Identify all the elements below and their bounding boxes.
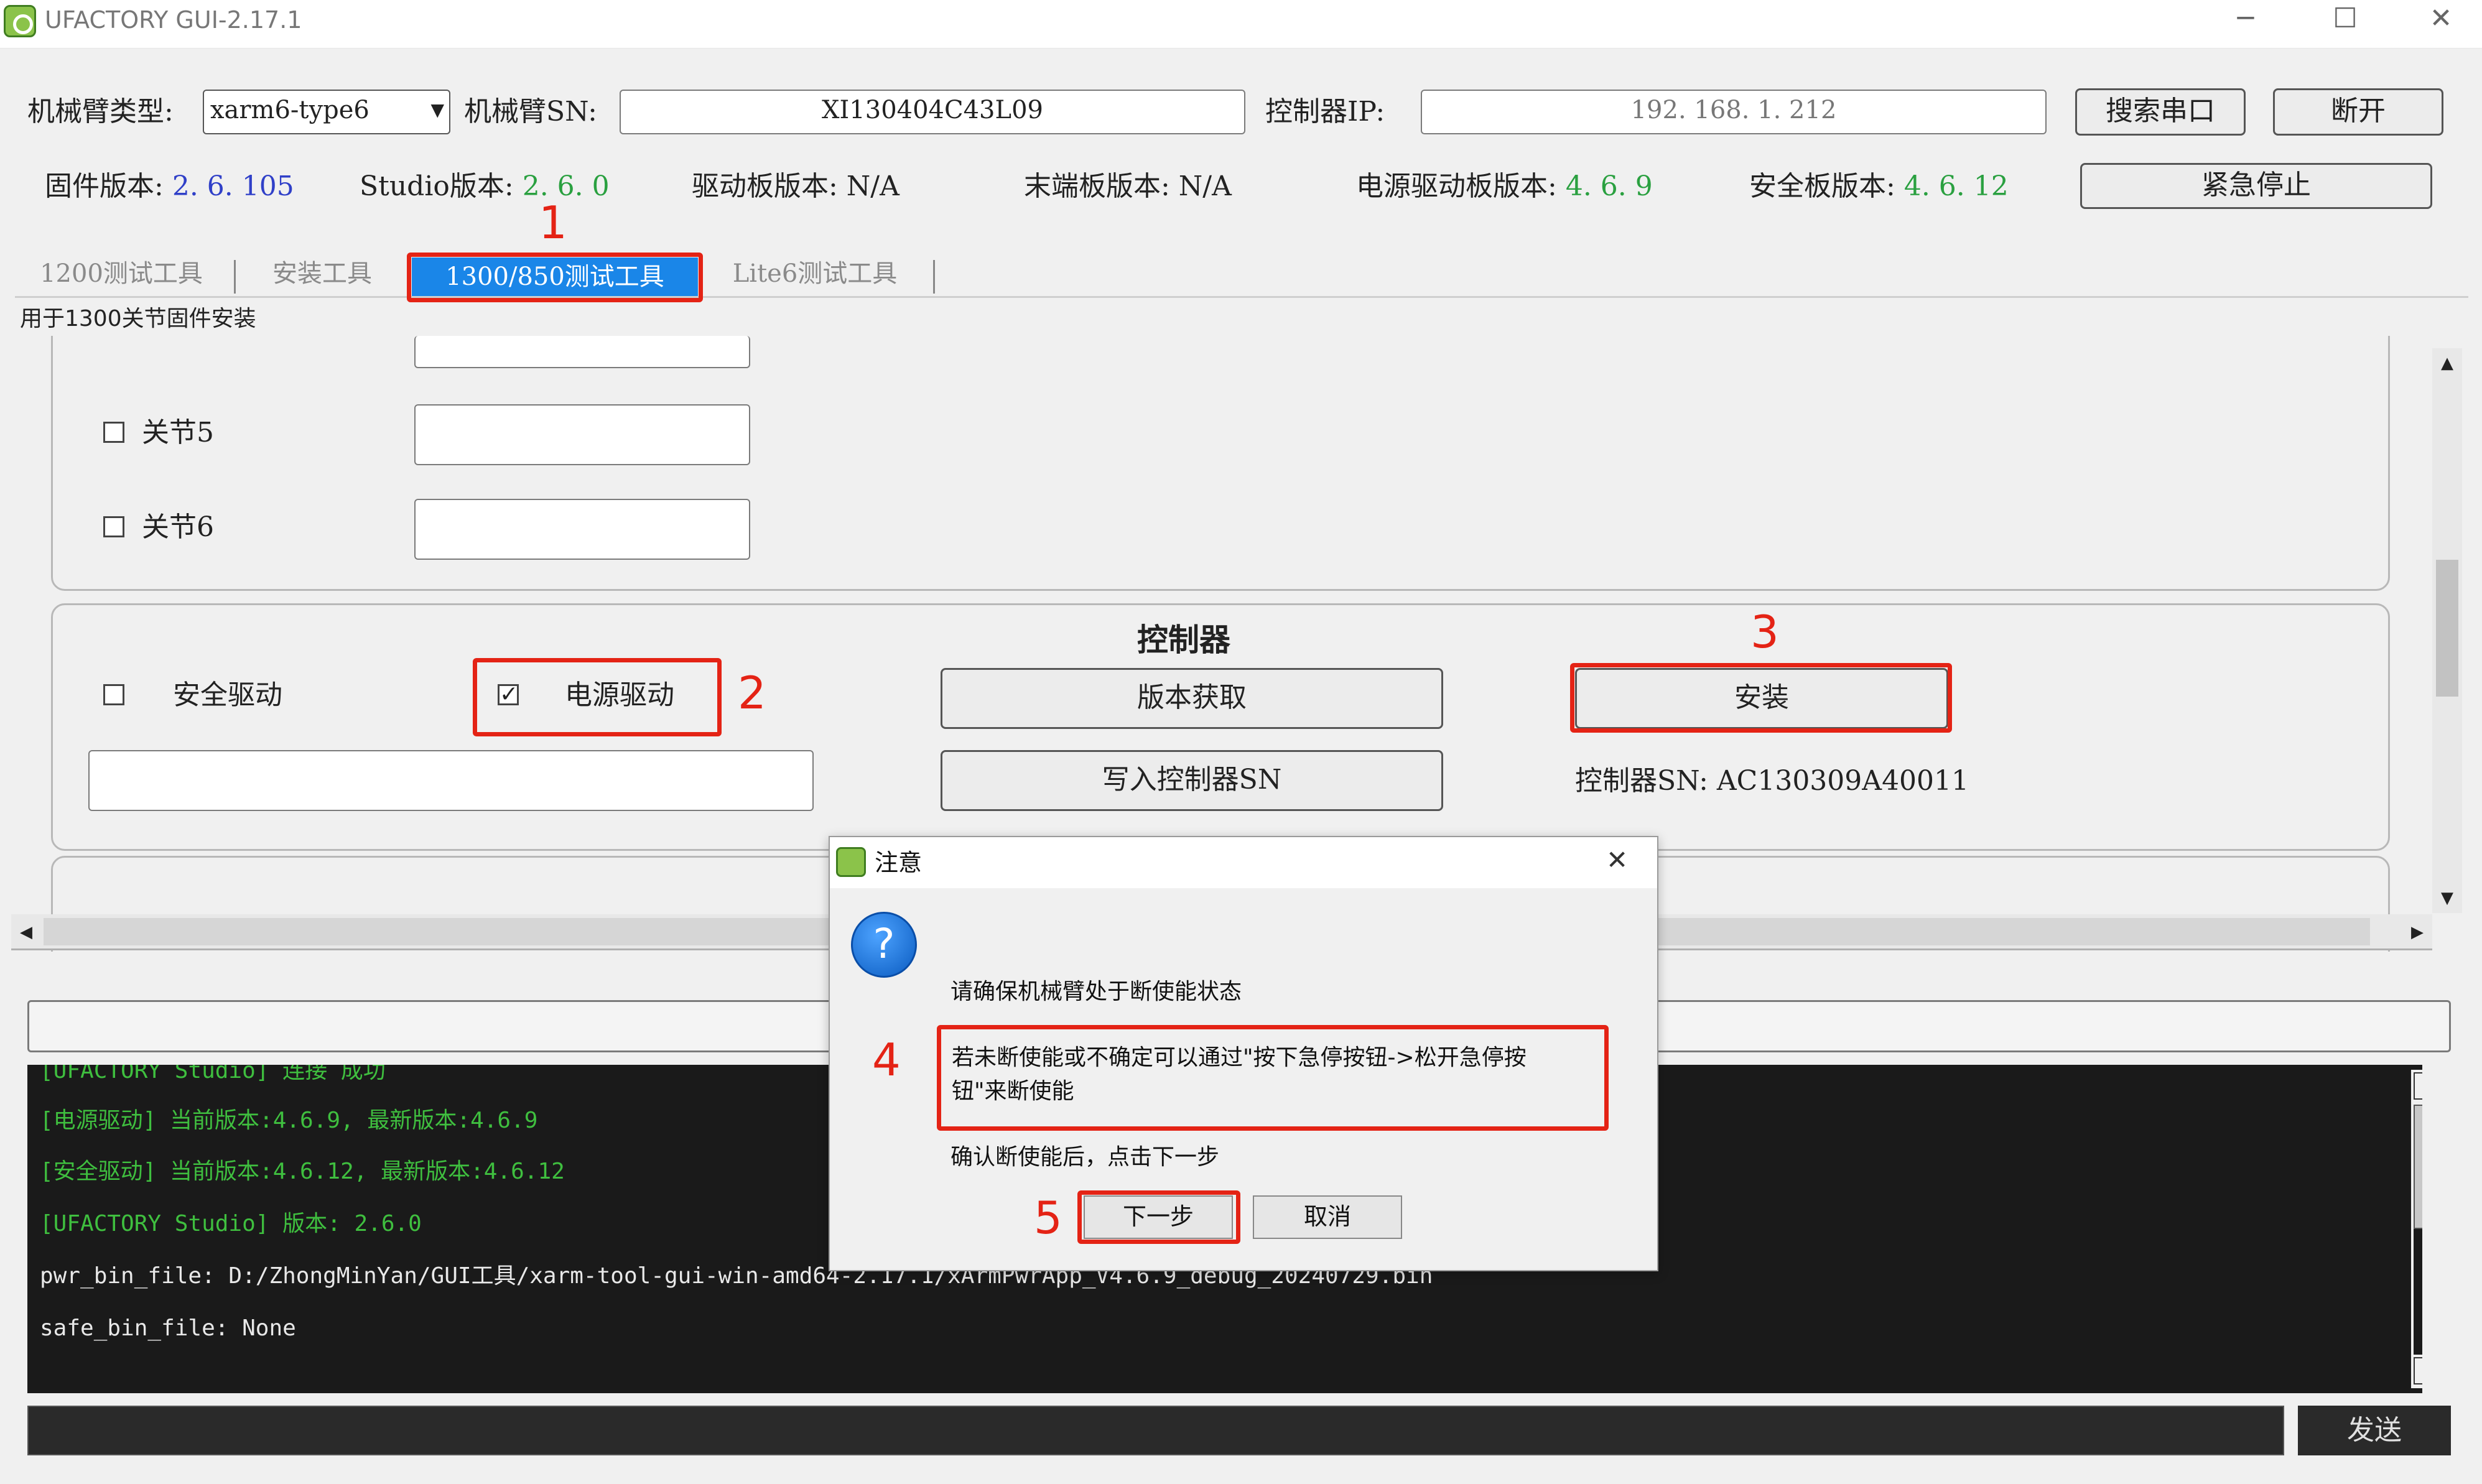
question-icon: ? bbox=[851, 912, 917, 978]
annotation-box-4 bbox=[937, 1025, 1609, 1131]
joint-6-label: 关节6 bbox=[142, 511, 214, 543]
tab-separator bbox=[234, 260, 236, 294]
joint-5-label: 关节5 bbox=[142, 417, 214, 448]
arm-type-select[interactable]: xarm6-type6 ▼ bbox=[203, 90, 450, 134]
app-logo-icon bbox=[836, 847, 866, 877]
arm-type-label: 机械臂类型: bbox=[27, 96, 174, 128]
log-scroll-up-icon[interactable]: ▲ bbox=[2414, 1072, 2422, 1100]
controller-ip-field[interactable]: 192. 168. 1. 212 bbox=[1421, 90, 2047, 134]
confirm-dialog: 注意 ✕ ? 请确保机械臂处于断使能状态 若未断使能或不确定可以通过"按下急停按… bbox=[829, 836, 1658, 1271]
joint-5-input[interactable] bbox=[414, 404, 750, 465]
safety-drive-label: 安全驱动 bbox=[173, 679, 282, 711]
annotation-box-2 bbox=[473, 658, 722, 736]
scroll-right-icon[interactable]: ▶ bbox=[2402, 914, 2432, 950]
controller-title: 控制器 bbox=[1137, 621, 1230, 658]
driver-board-version: 驱动板版本: N/A bbox=[692, 170, 899, 202]
joint-4-input[interactable] bbox=[414, 336, 750, 368]
app-logo-icon bbox=[4, 5, 36, 37]
close-window-button[interactable]: ✕ bbox=[2391, 0, 2482, 40]
log-scrollbar-track bbox=[2414, 1229, 2422, 1355]
annotation-box-3 bbox=[1570, 663, 1952, 733]
annotation-number-5: 5 bbox=[1034, 1192, 1062, 1244]
firmware-label: 固件版本: bbox=[45, 170, 164, 202]
log-line: [安全驱动] 当前版本:4.6.12, 最新版本:4.6.12 bbox=[40, 1159, 565, 1184]
dialog-message-line-1: 请确保机械臂处于断使能状态 bbox=[951, 979, 1242, 1004]
dialog-title-bar: 注意 ✕ bbox=[830, 837, 1657, 888]
joint-5-checkbox[interactable] bbox=[103, 422, 124, 443]
power-value: 4. 6. 9 bbox=[1565, 170, 1653, 202]
scroll-down-icon[interactable]: ▼ bbox=[2432, 883, 2462, 913]
log-line: [电源驱动] 当前版本:4.6.9, 最新版本:4.6.9 bbox=[40, 1108, 538, 1133]
log-line: [UFACTORY Studio] 版本: 2.6.0 bbox=[40, 1211, 422, 1236]
tab-install-tool[interactable]: 安装工具 bbox=[249, 251, 396, 296]
scrollbar-thumb[interactable] bbox=[2436, 560, 2458, 697]
annotation-number-3: 3 bbox=[1750, 606, 1779, 658]
tab-separator bbox=[933, 260, 935, 294]
controller-sn-input[interactable] bbox=[88, 750, 814, 811]
safety-label: 安全板版本: bbox=[1749, 170, 1895, 202]
arm-sn-field[interactable]: XI130404C43L09 bbox=[620, 90, 1245, 134]
tab-1200-test-tool[interactable]: 1200测试工具 bbox=[25, 251, 218, 296]
scroll-left-icon[interactable]: ◀ bbox=[11, 914, 41, 950]
tab-strip-divider bbox=[15, 296, 2468, 298]
send-button[interactable]: 发送 bbox=[2298, 1406, 2451, 1455]
dialog-close-button[interactable]: ✕ bbox=[1606, 845, 1628, 876]
search-serial-button[interactable]: 搜索串口 bbox=[2075, 88, 2246, 136]
power-board-version: 电源驱动板版本: 4. 6. 9 bbox=[1356, 168, 1653, 205]
title-bar: UFACTORY GUI-2.17.1 ─ ☐ ✕ bbox=[0, 0, 2482, 49]
write-controller-sn-button[interactable]: 写入控制器SN bbox=[941, 750, 1443, 811]
studio-version: Studio版本: 2. 6. 0 bbox=[360, 168, 610, 205]
annotation-number-4: 4 bbox=[872, 1034, 901, 1086]
safety-value: 4. 6. 12 bbox=[1903, 170, 2009, 202]
controller-sn-label: 控制器SN: AC130309A40011 bbox=[1575, 765, 1969, 797]
log-line: [UFACTORY Studio] 连接 成功 bbox=[40, 1065, 386, 1083]
log-scrollbar-thumb[interactable] bbox=[2414, 1105, 2422, 1229]
studio-label: Studio版本: bbox=[360, 170, 514, 202]
annotation-box-5 bbox=[1077, 1190, 1240, 1244]
firmware-version: 固件版本: 2. 6. 105 bbox=[45, 168, 294, 205]
window-title: UFACTORY GUI-2.17.1 bbox=[45, 6, 302, 34]
tab-lite6-test-tool[interactable]: Lite6测试工具 bbox=[715, 251, 914, 296]
joint-6-checkbox[interactable] bbox=[103, 516, 124, 537]
arm-sn-label: 机械臂SN: bbox=[464, 96, 597, 128]
log-scrollbar[interactable]: ▲ ▼ bbox=[2411, 1070, 2422, 1388]
log-scroll-down-icon[interactable]: ▼ bbox=[2414, 1357, 2422, 1384]
safety-drive-checkbox[interactable] bbox=[103, 684, 124, 705]
joints-panel bbox=[51, 336, 2390, 591]
log-line: safe_bin_file: None bbox=[40, 1315, 296, 1341]
vertical-scrollbar[interactable]: ▲ ▼ bbox=[2432, 348, 2462, 913]
firmware-value: 2. 6. 105 bbox=[172, 170, 294, 202]
chevron-down-icon: ▼ bbox=[430, 100, 444, 120]
maximize-button[interactable]: ☐ bbox=[2295, 0, 2395, 40]
joint-6-input[interactable] bbox=[414, 499, 750, 560]
arm-type-value: xarm6-type6 bbox=[210, 96, 370, 124]
end-board-version: 末端板版本: N/A bbox=[1024, 170, 1232, 202]
annotation-number-1: 1 bbox=[539, 197, 567, 249]
dialog-message-line-3: 确认断使能后，点击下一步 bbox=[951, 1144, 1220, 1170]
cancel-button[interactable]: 取消 bbox=[1253, 1195, 1402, 1239]
minimize-button[interactable]: ─ bbox=[2196, 0, 2295, 40]
tab-description: 用于1300关节固件安装 bbox=[20, 306, 256, 332]
emergency-stop-button[interactable]: 紧急停止 bbox=[2080, 163, 2432, 209]
annotation-box-1 bbox=[407, 253, 703, 302]
disconnect-button[interactable]: 断开 bbox=[2273, 88, 2443, 136]
get-version-button[interactable]: 版本获取 bbox=[941, 668, 1443, 729]
command-input[interactable] bbox=[27, 1406, 2284, 1455]
dialog-title: 注意 bbox=[875, 849, 923, 876]
safety-board-version: 安全板版本: 4. 6. 12 bbox=[1749, 168, 2009, 205]
scroll-up-icon[interactable]: ▲ bbox=[2432, 348, 2462, 378]
power-label: 电源驱动板版本: bbox=[1356, 170, 1557, 202]
annotation-number-2: 2 bbox=[738, 667, 766, 719]
controller-ip-label: 控制器IP: bbox=[1265, 96, 1385, 128]
